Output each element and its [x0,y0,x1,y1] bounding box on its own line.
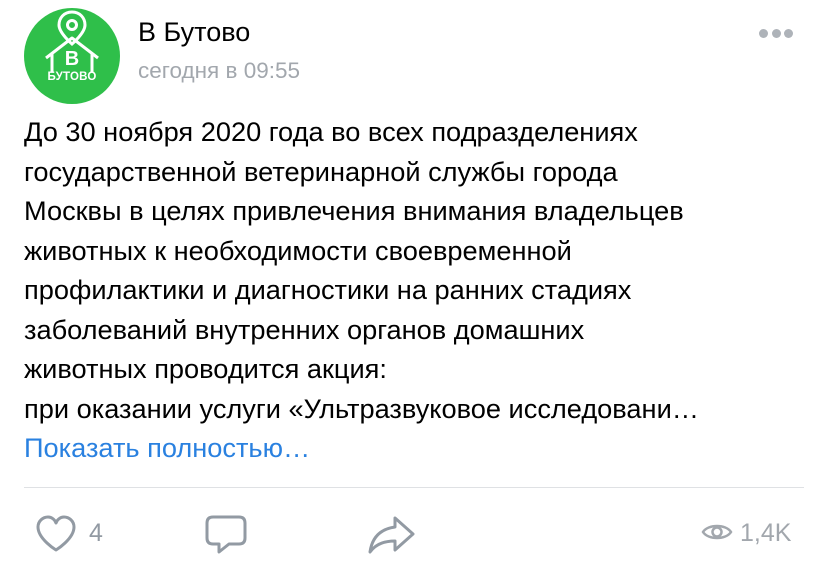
avatar[interactable]: В БУТОВО [24,8,120,104]
post-text-line: животных проводится акция: [24,353,387,384]
post-text-line: животных к необходимости своевременной [24,234,572,266]
more-dots-icon [784,29,793,38]
post-text-line: Москвы в целях привлечения внимания влад… [24,195,684,226]
share-button[interactable] [367,512,417,556]
post-text-line: профилактики и диагностики на ранних ста… [24,274,632,305]
comment-icon [205,515,247,554]
more-dots-icon [759,29,768,38]
views-count: 1,4K [740,519,792,547]
avatar-caption: БУТОВО [47,71,97,83]
post-text-line: заболеваний внутренних органов домашних [24,313,585,345]
more-dots-icon [771,29,781,38]
post-text-line: До 30 ноября 2020 года во всех подраздел… [24,116,638,147]
post-text-line: при оказании услуги «Ультразвуковое иссл… [24,392,699,424]
avatar-letter: В [64,48,80,70]
comment-button[interactable] [203,512,249,556]
show-more-link[interactable]: Показать полностью… [24,428,310,467]
post-text: До 30 ноября 2020 года во всех подраздел… [24,112,814,428]
post-author[interactable]: В Бутово [138,17,250,48]
like-button[interactable] [34,512,78,556]
more-options-button[interactable] [759,29,793,39]
likes-count: 4 [89,519,103,547]
heart-icon [36,515,76,552]
post-timestamp[interactable]: сегодня в 09:55 [138,58,300,84]
views-indicator [701,520,733,564]
post-text-line: государственной ветеринарной службы горо… [24,155,618,187]
divider [24,487,804,488]
share-arrow-icon [368,516,415,554]
eye-icon [701,524,733,540]
